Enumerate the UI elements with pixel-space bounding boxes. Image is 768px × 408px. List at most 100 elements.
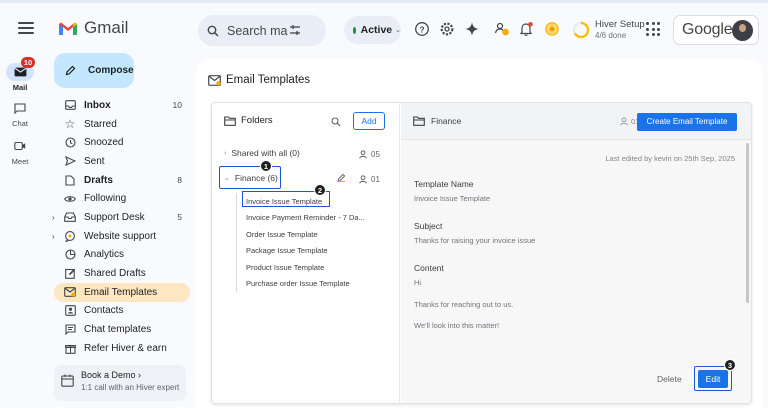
sidebar-item-contacts[interactable]: Contacts (50, 302, 190, 321)
rail-label-mail: Mail (12, 83, 28, 92)
book-demo-subtitle: 1:1 call with an Hiver expert (81, 383, 180, 392)
expand-caret-icon[interactable]: › (52, 213, 55, 222)
template-icon (64, 287, 76, 298)
folder-row-shared[interactable]: › Shared with all (0) (224, 148, 300, 158)
hiver-assign-icon[interactable] (494, 21, 510, 37)
eye-icon (64, 195, 76, 202)
main-menu-icon[interactable] (18, 22, 34, 34)
folders-header: Folders (224, 115, 273, 126)
nav-label: Support Desk (84, 211, 145, 223)
template-icon (208, 74, 221, 86)
sidebar-item-snoozed[interactable]: Snoozed (50, 133, 190, 152)
rail-label-chat: Chat (12, 119, 28, 128)
user-avatar[interactable] (732, 20, 753, 41)
chevron-right-icon[interactable]: › (224, 150, 226, 157)
content-line: We'll look into this matter! (414, 321, 500, 330)
edit-pencil-icon[interactable] (337, 173, 346, 182)
sidebar-item-following[interactable]: Following (50, 189, 190, 208)
nav-label: Chat templates (84, 324, 152, 336)
template-item[interactable]: Purchase order Issue Template (236, 275, 365, 293)
chat-bubble-icon (65, 230, 75, 242)
nav-count: 5 (177, 212, 182, 223)
template-name-value: Invoice Issue Template (414, 194, 491, 203)
expand-caret-icon[interactable]: › (52, 232, 55, 241)
google-wordmark: Google (682, 21, 733, 38)
shared-count-value: 05 (371, 150, 380, 159)
edit-box-icon (64, 268, 75, 279)
rail-label-meet: Meet (11, 157, 29, 166)
sidebar-item-email-templates[interactable]: Email Templates (54, 282, 190, 302)
status-dot-icon (353, 26, 356, 34)
template-item[interactable]: Invoice Payment Reminder - 7 Da... (236, 209, 365, 227)
template-list: Invoice Issue Template Invoice Payment R… (236, 193, 365, 293)
book-demo-title: Book a Demo › (81, 370, 142, 380)
main-content: Email Templates Folders Add › Shared wit… (196, 59, 763, 408)
template-item[interactable]: Product Issue Template (236, 259, 365, 276)
search-icon (207, 25, 219, 37)
google-account-box[interactable]: Google (673, 15, 759, 45)
detail-scrollbar[interactable] (746, 143, 749, 303)
sidebar-item-starred[interactable]: ☆ Starred (50, 115, 190, 134)
notification-bell-icon[interactable] (518, 21, 534, 37)
draft-icon (65, 175, 75, 186)
search-options-icon[interactable] (288, 23, 302, 37)
nav-count: 8 (177, 175, 182, 186)
hiver-setup-widget[interactable]: Hiver Setup 4/6 done (572, 19, 645, 41)
rail-item-meet[interactable]: Meet (0, 137, 40, 166)
delete-button[interactable]: Delete (657, 374, 682, 384)
sidebar-item-shared-drafts[interactable]: Shared Drafts (50, 264, 190, 283)
gmail-app: Gmail Search ma Active ⌄ ? Hiver Setup 4… (0, 0, 768, 408)
nav-label: Starred (84, 118, 117, 130)
contacts-icon (64, 305, 76, 317)
shared-user-count: 05 (359, 150, 380, 159)
folders-pane: Folders Add › Shared with all (0) 05 ⌄ F… (212, 103, 400, 403)
status-selector[interactable]: Active ⌄ (344, 16, 401, 44)
help-icon[interactable]: ? (414, 21, 430, 37)
sidebar-item-sent[interactable]: Sent (50, 152, 190, 171)
video-camera-icon (14, 141, 26, 151)
chevron-down-icon: ⌄ (395, 27, 401, 34)
sidebar-item-support-desk[interactable]: › Support Desk 5 (50, 208, 190, 227)
add-folder-button[interactable]: Add (353, 112, 385, 130)
send-icon (64, 156, 76, 167)
template-item[interactable]: Package Issue Template (236, 242, 365, 260)
folder-icon (224, 115, 236, 126)
sidebar-item-website-support[interactable]: › Website support (50, 227, 190, 246)
gmail-logo[interactable]: Gmail (58, 18, 128, 38)
pencil-icon (65, 65, 76, 76)
nav-label: Sent (84, 155, 105, 167)
sidebar-item-chat-templates[interactable]: Chat templates (50, 320, 190, 339)
template-item[interactable]: Order Issue Template (236, 226, 365, 243)
book-demo-card[interactable]: Book a Demo › 1:1 call with an Hiver exp… (54, 365, 186, 401)
tray-icon (64, 212, 76, 223)
search-input[interactable]: Search ma (227, 24, 287, 38)
sidebar-item-drafts[interactable]: Drafts 8 (50, 171, 190, 190)
folder-search-icon[interactable] (331, 117, 341, 127)
compose-button[interactable]: Compose (54, 53, 134, 88)
rail-item-chat[interactable]: Chat (0, 99, 40, 128)
user-icon (359, 175, 367, 184)
hiver-coin-icon[interactable] (544, 21, 560, 37)
templates-panel: Folders Add › Shared with all (0) 05 ⌄ F… (211, 102, 752, 404)
nav-label: Analytics (84, 249, 125, 261)
page-title-text: Email Templates (226, 74, 311, 86)
content-line: Thanks for reaching out to us. (414, 300, 514, 309)
rail-item-mail[interactable]: 10 Mail (0, 57, 40, 92)
google-apps-icon[interactable] (646, 22, 660, 36)
sidebar-item-analytics[interactable]: Analytics (50, 246, 190, 265)
nav-label: Refer Hiver & earn (84, 342, 167, 354)
sidebar-item-refer-hiver[interactable]: Refer Hiver & earn (50, 339, 190, 358)
gemini-sparkle-icon[interactable] (464, 21, 480, 37)
content-label: Content (414, 263, 444, 273)
compose-label: Compose (88, 65, 134, 76)
inbox-icon (64, 100, 76, 111)
folders-title: Folders (241, 115, 273, 126)
step-marker-2: 2 (314, 184, 326, 196)
settings-gear-icon[interactable] (439, 21, 455, 37)
search-bar[interactable]: Search ma (198, 15, 326, 46)
subject-value: Thanks for raising your invoice issue (414, 236, 536, 245)
create-email-template-button[interactable]: Create Email Template (637, 113, 737, 131)
sidebar-item-inbox[interactable]: Inbox 10 (50, 96, 190, 115)
content-line: Hi (414, 278, 422, 287)
detail-header: Finance 01 Create Email Template (401, 103, 751, 140)
